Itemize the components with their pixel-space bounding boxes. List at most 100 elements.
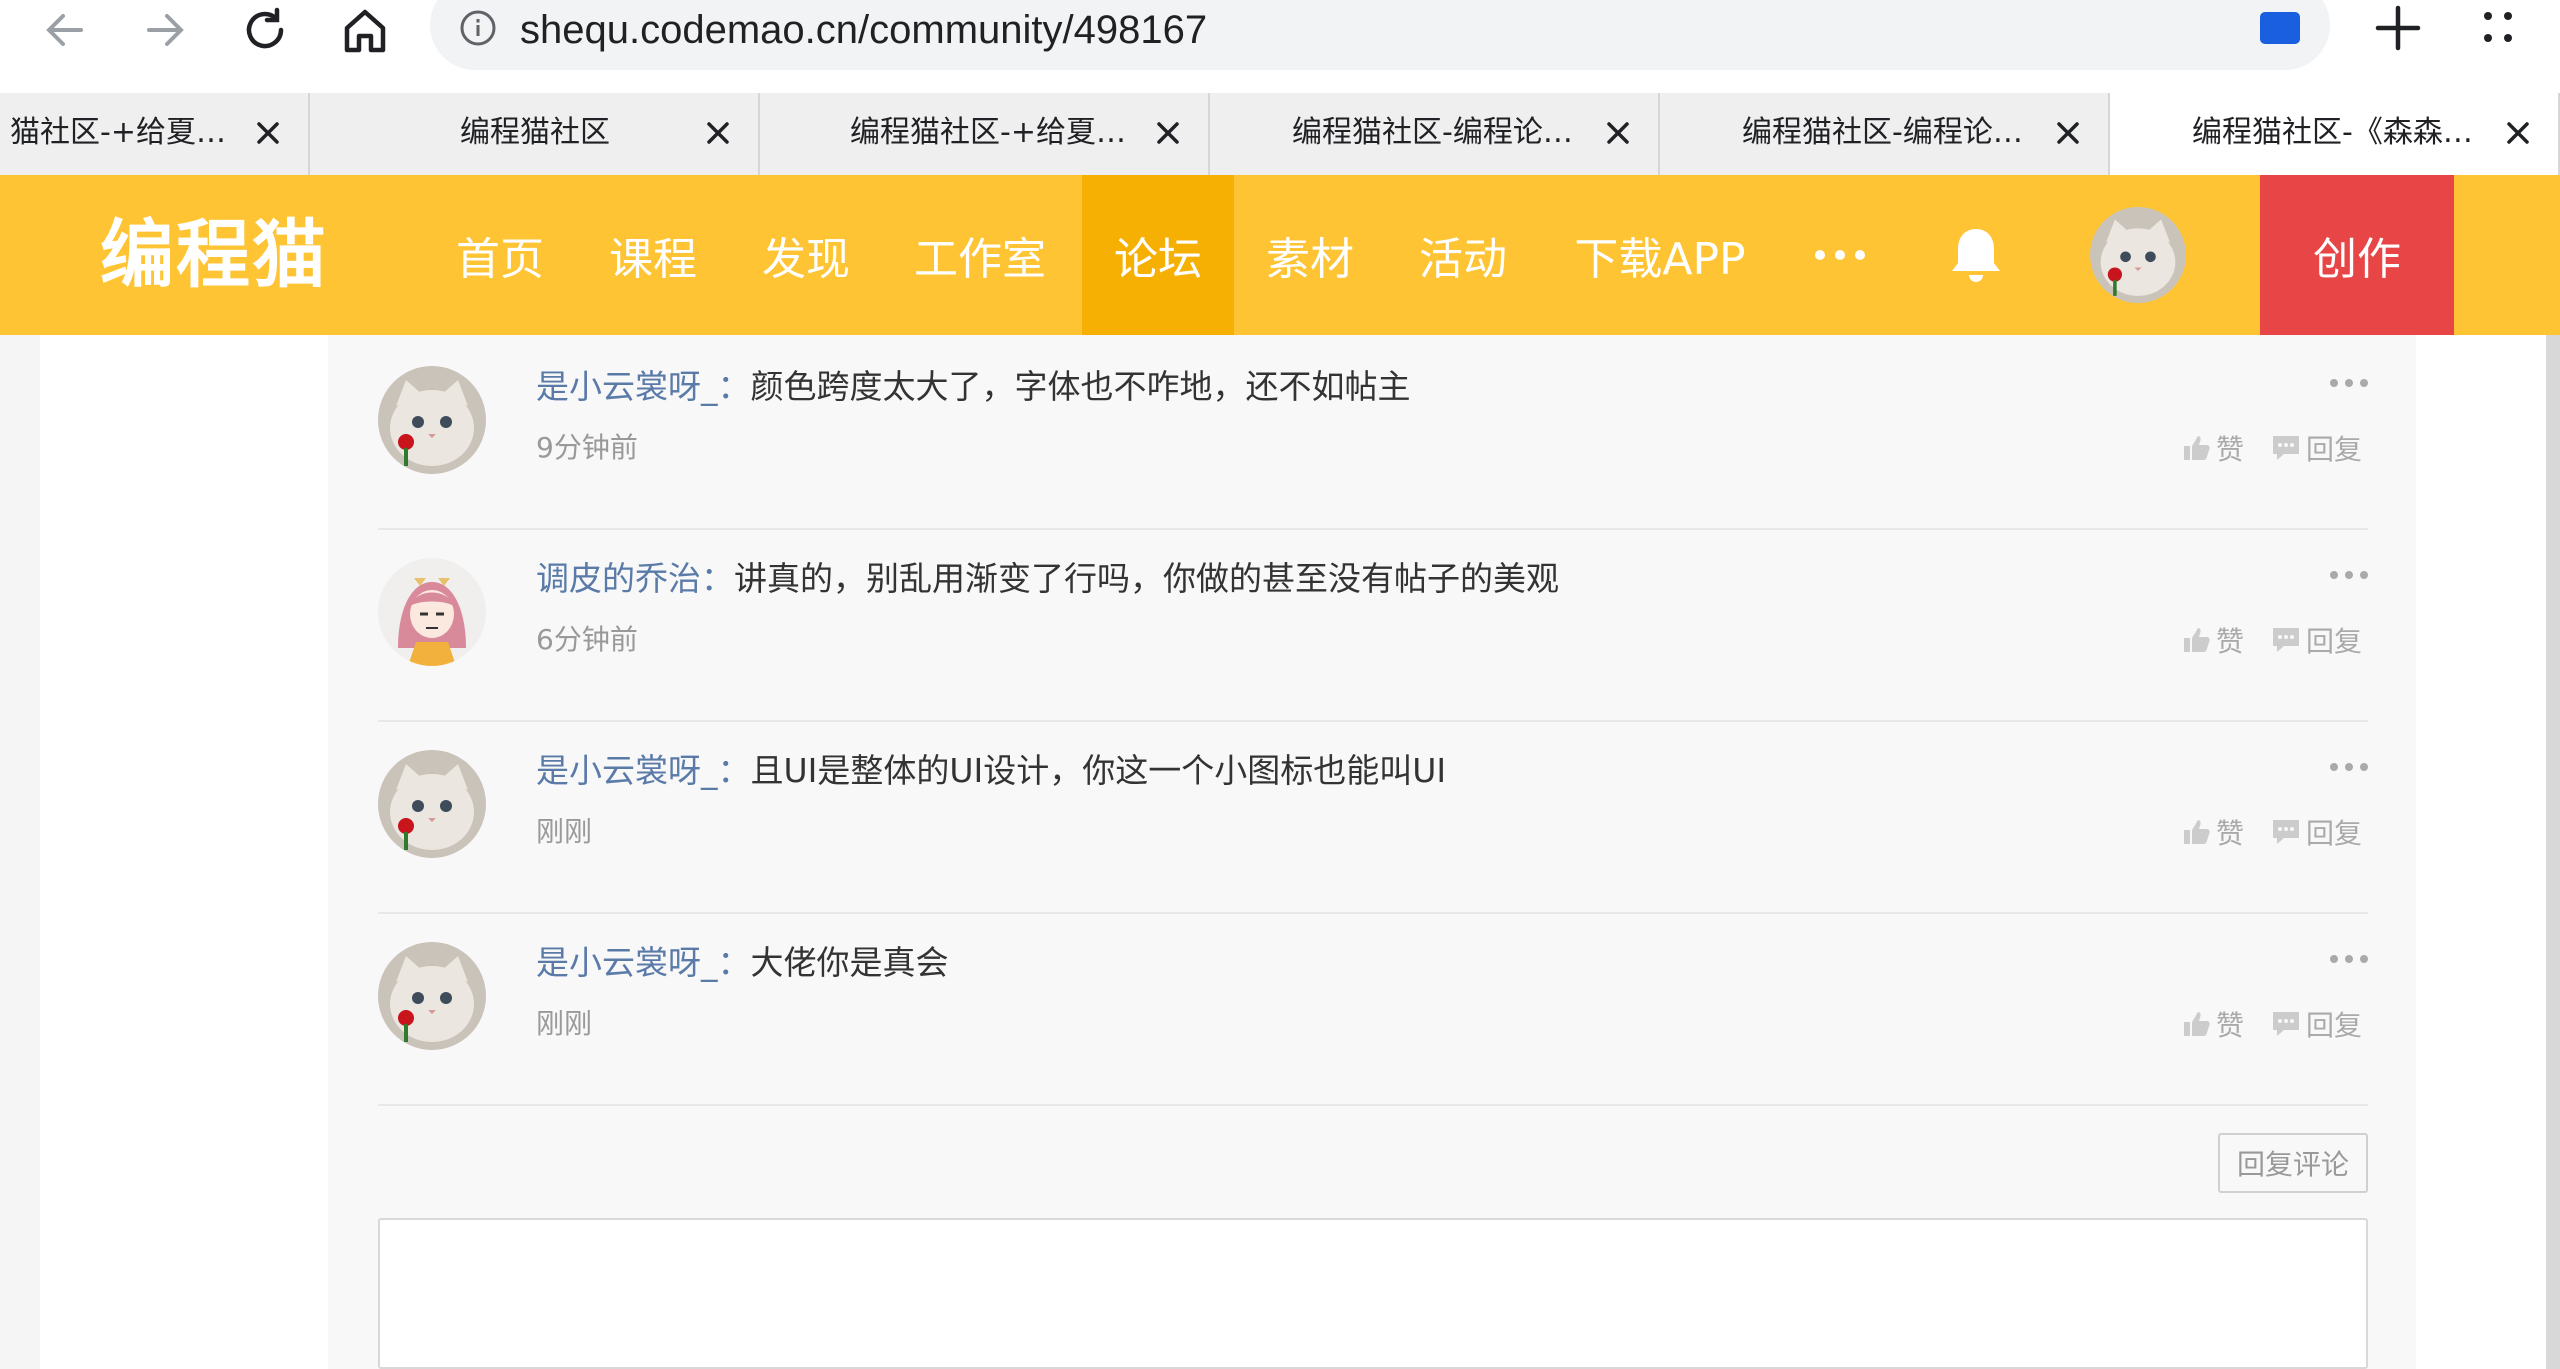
comment-username[interactable]: 调皮的乔治 xyxy=(536,559,701,598)
more-options-icon[interactable] xyxy=(2328,760,2370,774)
reload-button[interactable] xyxy=(230,0,300,60)
reply-button[interactable]: 回复 xyxy=(2270,428,2362,468)
comment-avatar[interactable] xyxy=(378,750,486,858)
reload-icon xyxy=(246,7,284,49)
comment-avatar[interactable] xyxy=(378,558,486,666)
more-options-icon[interactable] xyxy=(2328,568,2370,582)
forward-arrow-icon xyxy=(147,14,184,46)
menu-grid-icon[interactable] xyxy=(2470,0,2526,56)
site-logo[interactable]: 编程猫 xyxy=(100,205,328,305)
like-button[interactable]: 赞 xyxy=(2180,812,2244,852)
tab-title: 编程猫社区 xyxy=(460,115,610,150)
create-button[interactable]: 创作 xyxy=(2260,175,2454,335)
comment-text: 颜色跨度太大了，字体也不咋地，还不如帖主 xyxy=(750,367,1411,406)
tab-4[interactable]: 编程猫社区-编程论… xyxy=(1660,93,2110,175)
tab-strip: 猫社区-+给夏… 编程猫社区 编程猫社区-+给夏… 编程猫社区-编程论… 编程猫… xyxy=(0,93,2560,175)
comment-bubble-icon xyxy=(2273,436,2299,460)
comment-separator: ： xyxy=(701,559,734,598)
nav-events[interactable]: 活动 xyxy=(1403,175,1523,335)
thumbs-up-icon xyxy=(2184,628,2210,652)
tab-title: 猫社区-+给夏… xyxy=(10,115,226,150)
cat-avatar-icon xyxy=(2090,207,2186,303)
browser-toolbar: shequ.codemao.cn/community/498167 xyxy=(0,0,2560,93)
bell-icon[interactable] xyxy=(1944,223,2008,287)
like-label: 赞 xyxy=(2216,433,2245,466)
tab-title: 编程猫社区-《森森… xyxy=(2192,115,2473,150)
reply-label: 回复 xyxy=(2306,625,2363,658)
tab-3[interactable]: 编程猫社区-编程论… xyxy=(1210,93,1660,175)
comment-time: 刚刚 xyxy=(536,815,593,848)
reply-button[interactable]: 回复 xyxy=(2270,812,2362,852)
nav-download-app[interactable]: 下载APP xyxy=(1560,175,1760,335)
home-icon xyxy=(344,9,386,53)
reply-label: 回复 xyxy=(2306,433,2363,466)
comment-bubble-icon xyxy=(2273,820,2299,844)
comment-time: 6分钟前 xyxy=(536,623,638,656)
comment-separator: ： xyxy=(717,943,751,982)
scrollbar[interactable] xyxy=(2546,335,2560,1369)
comment-bubble-icon xyxy=(2273,1012,2299,1036)
reply-textarea[interactable] xyxy=(378,1218,2368,1369)
reply-label: 回复 xyxy=(2306,1009,2363,1042)
nav-materials[interactable]: 素材 xyxy=(1250,175,1370,335)
tab-title: 编程猫社区-编程论… xyxy=(1742,115,2023,150)
comment-username[interactable]: 是小云裳呀_ xyxy=(536,751,718,790)
back-arrow-icon xyxy=(46,14,83,46)
more-options-icon[interactable] xyxy=(2328,952,2370,966)
nav-more-button[interactable] xyxy=(1800,175,1880,335)
comment-separator: ： xyxy=(717,367,751,406)
comment-content: 是小云裳呀_：颜色跨度太大了，字体也不咋地，还不如帖主 xyxy=(536,364,1411,410)
tab-0[interactable]: 猫社区-+给夏… xyxy=(0,93,310,175)
comment-avatar[interactable] xyxy=(378,366,486,474)
nav-home[interactable]: 首页 xyxy=(440,175,560,335)
comment-text: 大佬你是真会 xyxy=(750,943,949,982)
forward-button[interactable] xyxy=(130,0,200,60)
comment-username[interactable]: 是小云裳呀_ xyxy=(536,943,718,982)
like-button[interactable]: 赞 xyxy=(2180,620,2244,660)
home-button[interactable] xyxy=(330,0,400,60)
reply-button[interactable]: 回复 xyxy=(2270,1004,2362,1044)
user-avatar[interactable] xyxy=(2090,207,2186,303)
comment-item: 是小云裳呀_：颜色跨度太大了，字体也不咋地，还不如帖主 9分钟前 赞 回复 xyxy=(378,338,2368,530)
thumbs-up-icon xyxy=(2184,1012,2210,1036)
anime-girl-avatar-icon xyxy=(378,558,486,666)
reply-button[interactable]: 回复 xyxy=(2270,620,2362,660)
comment-item: 是小云裳呀_：且UI是整体的UI设计，你这一个小图标也能叫UI 刚刚 赞 回复 xyxy=(378,722,2368,914)
tab-2[interactable]: 编程猫社区-+给夏… xyxy=(760,93,1210,175)
comment-bubble-icon xyxy=(2273,628,2299,652)
close-icon[interactable] xyxy=(2498,113,2538,153)
nav-forum[interactable]: 论坛 xyxy=(1082,175,1234,335)
comment-separator: ： xyxy=(717,751,751,790)
tab-title: 编程猫社区-+给夏… xyxy=(850,115,1126,150)
comment-username[interactable]: 是小云裳呀_ xyxy=(536,367,718,406)
close-icon[interactable] xyxy=(1598,113,1638,153)
reply-comment-button[interactable]: 回复评论 xyxy=(2218,1133,2368,1193)
comment-avatar[interactable] xyxy=(378,942,486,1050)
close-icon[interactable] xyxy=(2048,113,2088,153)
comment-text: 讲真的，别乱用渐变了行吗，你做的甚至没有帖子的美观 xyxy=(734,559,1559,598)
back-button[interactable] xyxy=(30,0,100,60)
like-button[interactable]: 赞 xyxy=(2180,428,2244,468)
like-label: 赞 xyxy=(2216,817,2245,850)
tab-1[interactable]: 编程猫社区 xyxy=(310,93,760,175)
comment-content: 调皮的乔治：讲真的，别乱用渐变了行吗，你做的甚至没有帖子的美观 xyxy=(536,556,1559,602)
comment-text: 且UI是整体的UI设计，你这一个小图标也能叫UI xyxy=(750,751,1447,790)
url-text[interactable]: shequ.codemao.cn/community/498167 xyxy=(520,6,1207,54)
extension-icon[interactable] xyxy=(2260,12,2300,44)
site-header: 编程猫 首页 课程 发现 工作室 论坛 素材 活动 下载APP 创作 xyxy=(0,175,2560,335)
more-options-icon[interactable] xyxy=(2328,376,2370,390)
nav-discover[interactable]: 发现 xyxy=(746,175,866,335)
info-icon[interactable] xyxy=(458,8,498,48)
new-tab-icon[interactable] xyxy=(2370,0,2426,56)
close-icon[interactable] xyxy=(1148,113,1188,153)
thumbs-up-icon xyxy=(2184,820,2210,844)
tab-5[interactable]: 编程猫社区-《森森… xyxy=(2110,93,2560,175)
nav-courses[interactable]: 课程 xyxy=(593,175,713,335)
like-button[interactable]: 赞 xyxy=(2180,1004,2244,1044)
nav-studio[interactable]: 工作室 xyxy=(900,175,1060,335)
close-icon[interactable] xyxy=(248,113,288,153)
comment-item: 是小云裳呀_：大佬你是真会 刚刚 赞 回复 xyxy=(378,914,2368,1106)
more-dots-icon xyxy=(1815,250,1865,260)
close-icon[interactable] xyxy=(698,113,738,153)
cat-avatar-icon xyxy=(378,366,486,474)
